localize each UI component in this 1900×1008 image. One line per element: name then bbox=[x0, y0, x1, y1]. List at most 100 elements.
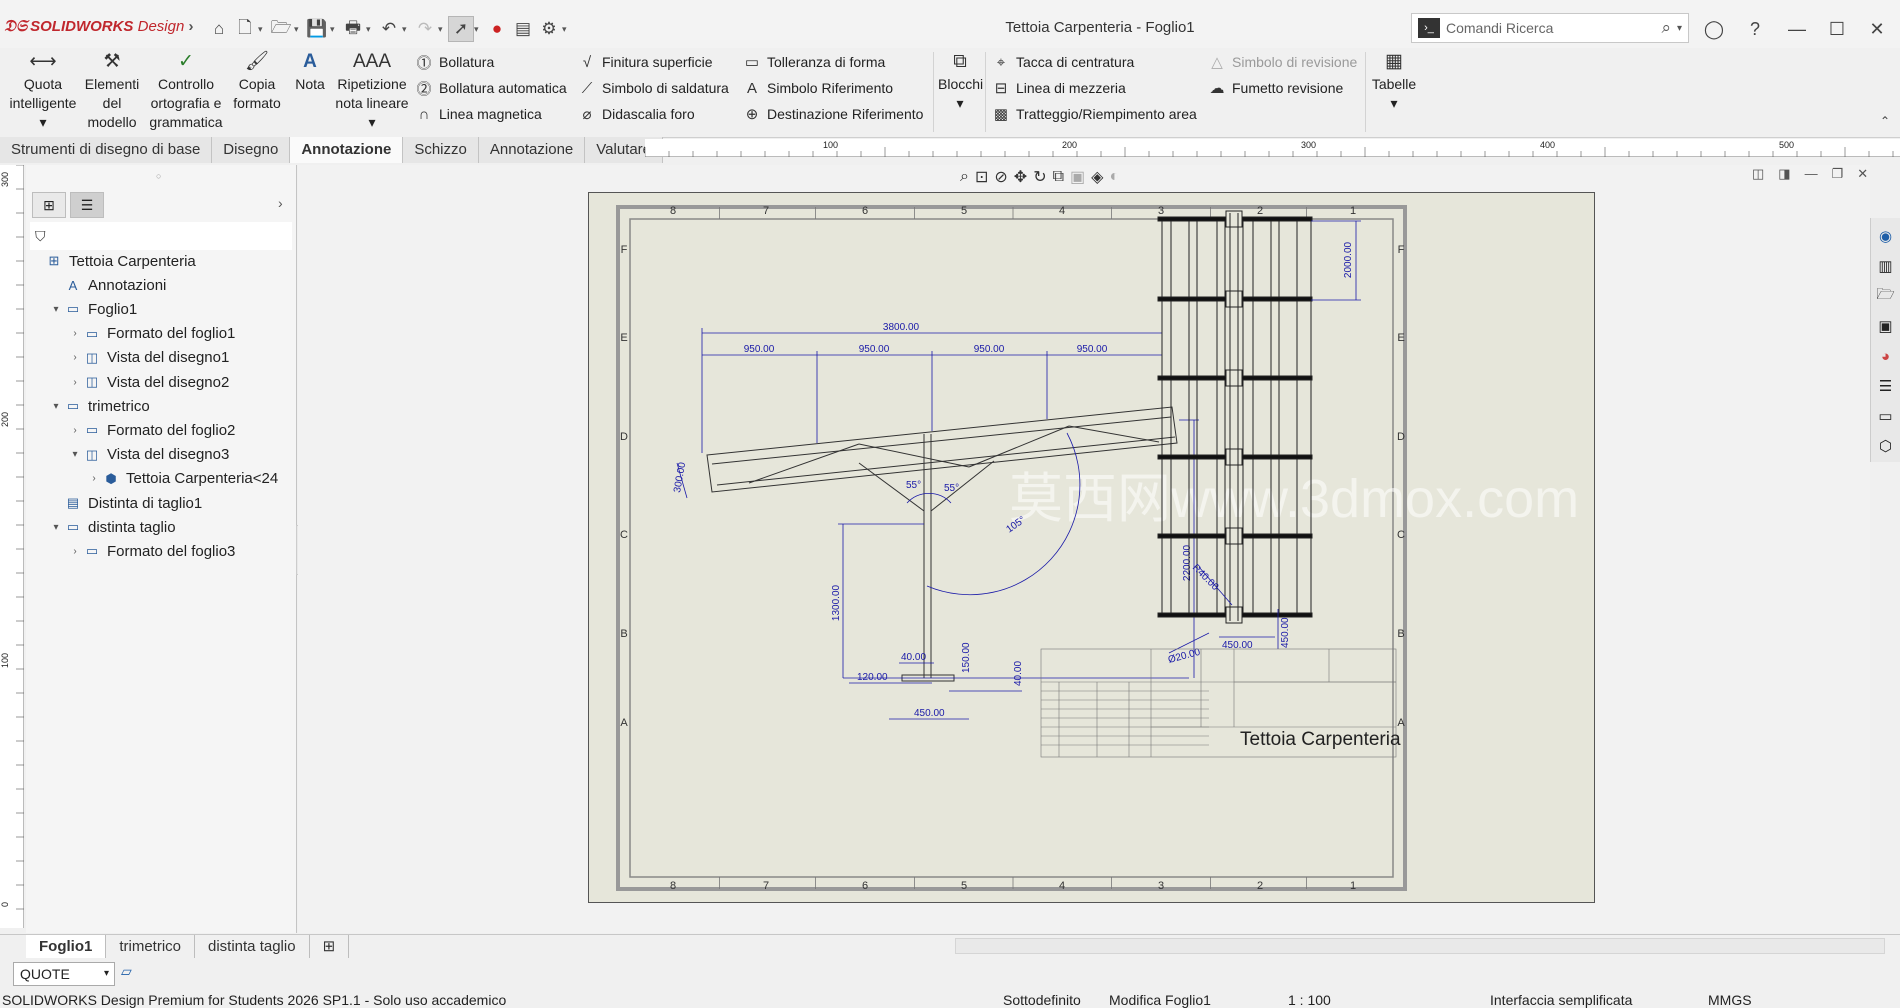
hole-callout-button[interactable]: ⌀ Didascalia foro bbox=[578, 102, 694, 126]
maximize-icon[interactable]: ☐ bbox=[1824, 16, 1850, 42]
appearance-icon[interactable]: ◐ bbox=[1109, 168, 1119, 186]
zoom-in-out-icon[interactable]: ⊘ bbox=[994, 167, 1007, 187]
solidworks-logo[interactable]: 𝔇𝔖 SOLIDWORKS Design › bbox=[4, 18, 194, 36]
expand-arrow-icon[interactable]: › bbox=[68, 328, 82, 339]
tab-schizzo[interactable]: Schizzo bbox=[403, 137, 479, 163]
display-style-icon[interactable]: ▣ bbox=[1070, 167, 1085, 187]
home-icon[interactable]: ⌂ bbox=[206, 16, 232, 42]
expand-arrow-icon[interactable]: › bbox=[68, 352, 82, 363]
expand-arrow-icon[interactable]: › bbox=[68, 425, 82, 436]
revision-symbol-button[interactable]: △ Simbolo di revisione bbox=[1208, 50, 1357, 74]
redo-icon[interactable]: ↷ bbox=[412, 16, 438, 42]
spell-check-button[interactable]: ✓ Controllo ortografia e grammatica bbox=[146, 52, 226, 132]
file-properties-icon[interactable]: ▤ bbox=[510, 16, 536, 42]
linear-note-pattern-button[interactable]: AAA Ripetizione nota lineare ▾ bbox=[334, 52, 410, 132]
datum-target-button[interactable]: ⊕ Destinazione Riferimento bbox=[743, 102, 924, 126]
tab-disegno[interactable]: Disegno bbox=[212, 137, 291, 163]
tree-node[interactable]: ▾ ▭ distinta taglio bbox=[49, 515, 175, 539]
sheet-tab-trimetrico[interactable]: trimetrico bbox=[106, 935, 195, 959]
tile-icon[interactable]: ◫ bbox=[1752, 166, 1764, 182]
open-icon[interactable]: 🗁 bbox=[268, 16, 294, 42]
model-items-button[interactable]: ⚒ Elementi del modello bbox=[82, 52, 142, 132]
chevron-down-icon[interactable]: ▾ bbox=[474, 24, 484, 35]
chevron-down-icon[interactable]: ▾ bbox=[330, 24, 340, 35]
view-palette-icon[interactable]: ▣ bbox=[1875, 314, 1897, 338]
redraw-icon[interactable]: ↻ bbox=[1033, 167, 1046, 187]
area-hatch-button[interactable]: ▩ Tratteggio/Riempimento area bbox=[992, 102, 1197, 126]
new-document-icon[interactable]: 🗋 bbox=[232, 16, 258, 42]
magnetic-line-button[interactable]: ∩ Linea magnetica bbox=[415, 102, 542, 126]
smart-dimension-button[interactable]: ⟷ Quota intelligente ▾ bbox=[6, 52, 80, 132]
tree-node[interactable]: › ▭ Formato del foglio3 bbox=[68, 539, 235, 563]
tab-annotazione[interactable]: Annotazione bbox=[290, 137, 404, 163]
options-gear-icon[interactable]: ⚙ bbox=[536, 16, 562, 42]
print-icon[interactable]: 🖶 bbox=[340, 16, 366, 42]
tree-node[interactable]: › ◫ Vista del disegno1 bbox=[68, 346, 229, 370]
chevron-down-icon[interactable]: ▾ bbox=[1677, 23, 1682, 34]
rebuild-traffic-light-icon[interactable]: ● bbox=[484, 16, 510, 42]
solidworks-resources-icon[interactable]: ⬡ bbox=[1875, 434, 1897, 458]
centerline-button[interactable]: ⊟ Linea di mezzeria bbox=[992, 76, 1126, 100]
balloon-button[interactable]: ⓵ Bollatura bbox=[415, 50, 494, 74]
layer-icon[interactable]: ▱ bbox=[121, 963, 132, 980]
minimize-icon[interactable]: — bbox=[1784, 16, 1810, 42]
zoom-area-icon[interactable]: ⊡ bbox=[975, 167, 988, 187]
expand-arrow-icon[interactable]: › bbox=[68, 377, 82, 388]
doc-minimize-icon[interactable]: — bbox=[1805, 166, 1818, 182]
collapse-arrow-icon[interactable]: ▾ bbox=[49, 401, 63, 412]
collapse-arrow-icon[interactable]: ▾ bbox=[49, 304, 63, 315]
expand-arrow-icon[interactable]: › bbox=[68, 546, 82, 557]
tree-node[interactable]: › ▭ Formato del foglio1 bbox=[68, 322, 235, 346]
doc-close-icon[interactable]: ✕ bbox=[1857, 166, 1868, 182]
dimension-style-combo[interactable]: QUOTE ▾ bbox=[13, 962, 115, 986]
status-interface[interactable]: Interfaccia semplificata bbox=[1490, 991, 1632, 1008]
tab-strumenti-disegno[interactable]: Strumenti di disegno di base bbox=[0, 137, 213, 163]
hide-show-icon[interactable]: ◈ bbox=[1091, 167, 1103, 187]
tree-node[interactable]: ⊞ Tettoia Carpenteria bbox=[30, 249, 196, 273]
revision-cloud-button[interactable]: ☁ Fumetto revisione bbox=[1208, 76, 1344, 100]
tree-node[interactable]: A Annotazioni bbox=[49, 273, 167, 297]
status-scale[interactable]: 1 : 100 bbox=[1288, 991, 1331, 1008]
tab-annotazione-2[interactable]: Annotazione bbox=[478, 137, 586, 163]
custom-properties-icon[interactable]: ☰ bbox=[1875, 374, 1897, 398]
expand-panel-icon[interactable]: › bbox=[278, 195, 283, 211]
user-account-icon[interactable]: ◯ bbox=[1701, 16, 1727, 42]
sheet-tab-distinta-taglio[interactable]: distinta taglio bbox=[195, 935, 310, 959]
save-view-icon[interactable]: ⧉ bbox=[1053, 168, 1064, 186]
command-search[interactable]: ›_ Comandi Ricerca ⌕ ▾ bbox=[1411, 13, 1689, 43]
close-icon[interactable]: ✕ bbox=[1864, 16, 1890, 42]
doc-restore-icon[interactable]: ❐ bbox=[1832, 166, 1844, 182]
tables-button[interactable]: ▦ Tabelle ▾ bbox=[1370, 52, 1418, 113]
undo-icon[interactable]: ↶ bbox=[376, 16, 402, 42]
chevron-down-icon[interactable]: ▾ bbox=[294, 24, 304, 35]
design-library-icon[interactable]: ▥ bbox=[1875, 254, 1897, 278]
filter-field[interactable]: ⛉ bbox=[30, 222, 292, 250]
auto-balloon-button[interactable]: ⓶ Bollatura automatica bbox=[415, 76, 566, 100]
forum-icon[interactable]: ▭ bbox=[1875, 404, 1897, 428]
tree-node[interactable]: ▾ ▭ trimetrico bbox=[49, 394, 149, 418]
tree-node[interactable]: › ⬢ Tettoia Carpenteria<24 bbox=[87, 467, 278, 491]
center-mark-button[interactable]: ⌖ Tacca di centratura bbox=[992, 50, 1135, 74]
collapse-arrow-icon[interactable]: ▾ bbox=[49, 522, 63, 533]
collapse-ribbon-icon[interactable]: ⌃ bbox=[1880, 114, 1890, 128]
horizontal-scrollbar[interactable] bbox=[955, 938, 1885, 954]
tree-node[interactable]: › ▭ Formato del foglio2 bbox=[68, 418, 235, 442]
help-icon[interactable]: ? bbox=[1742, 16, 1768, 42]
weld-symbol-button[interactable]: ⟋ Simbolo di saldatura bbox=[578, 76, 729, 100]
feature-manager-tab-icon[interactable]: ⊞ bbox=[32, 192, 66, 218]
status-units[interactable]: MMGS bbox=[1708, 991, 1752, 1008]
pan-icon[interactable]: ✥ bbox=[1014, 167, 1027, 187]
add-sheet-icon[interactable]: ⊞ bbox=[310, 935, 350, 959]
geometric-tolerance-button[interactable]: ▭ Tolleranza di forma bbox=[743, 50, 885, 74]
format-painter-button[interactable]: 🖌 Copia formato bbox=[228, 52, 286, 113]
select-pointer-icon[interactable]: ➚ bbox=[448, 16, 474, 42]
globe-icon[interactable]: ◉ bbox=[1875, 224, 1897, 248]
expand-arrow-icon[interactable]: › bbox=[87, 473, 101, 484]
panel-grip-icon[interactable]: ○ bbox=[156, 171, 161, 181]
collapse-arrow-icon[interactable]: ▾ bbox=[68, 449, 82, 460]
tree-node[interactable]: › ◫ Vista del disegno2 bbox=[68, 370, 229, 394]
save-icon[interactable]: 💾 bbox=[304, 16, 330, 42]
chevron-down-icon[interactable]: ▾ bbox=[562, 24, 572, 35]
blocks-button[interactable]: ⧉ Blocchi ▾ bbox=[938, 52, 983, 113]
tree-node[interactable]: ▾ ◫ Vista del disegno3 bbox=[68, 443, 229, 467]
